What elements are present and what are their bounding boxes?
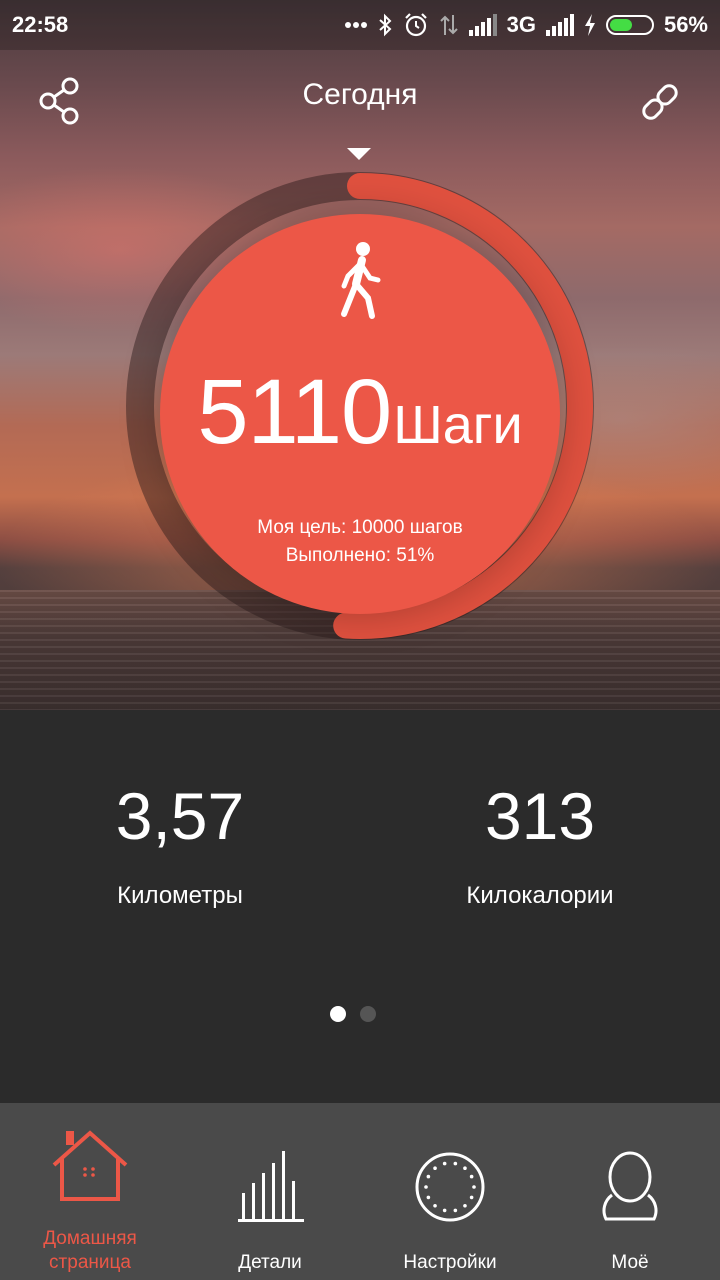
home-icon (52, 1130, 128, 1201)
nav-home-label-line2: страница (49, 1252, 131, 1273)
battery-icon (605, 15, 654, 35)
status-time: 22:58 (12, 12, 69, 37)
nav-home[interactable]: Домашняя страница (0, 1103, 180, 1280)
nav-profile[interactable]: Моё (540, 1103, 720, 1280)
progress-text: Выполнено: 51% (285, 545, 435, 566)
status-bar: 22:58 3G 56% (0, 0, 720, 50)
nav-settings[interactable]: Настройки (360, 1103, 540, 1280)
bottom-navigation: Домашняя страница Детали Настройки Моё (0, 1103, 720, 1280)
steps-count: 5110Шаги (160, 360, 560, 465)
ring-dot (453, 1208, 458, 1213)
calories-label: Килокалории (466, 882, 614, 909)
goal-info: Моя цель: 10000 шагов Выполнено: 51% (160, 514, 560, 570)
ring-dot (469, 1195, 474, 1200)
ring-dot (453, 1161, 458, 1166)
charging-icon (584, 14, 596, 36)
link-device-button[interactable] (636, 78, 684, 126)
signal-icon-2 (545, 14, 574, 36)
alarm-icon (403, 12, 429, 38)
nav-profile-label: Моё (611, 1252, 649, 1273)
ring-dot (426, 1195, 431, 1200)
nav-details-label: Детали (238, 1252, 302, 1273)
battery-percent: 56% (663, 12, 708, 37)
date-dropdown-button[interactable] (347, 146, 371, 162)
data-transfer-icon (439, 13, 459, 37)
page-dot-1[interactable] (330, 1006, 346, 1022)
more-notifications-icon (344, 21, 367, 29)
steps-unit: Шаги (393, 395, 523, 455)
signal-icon-1 (468, 14, 497, 36)
page-dot-2[interactable] (360, 1006, 376, 1022)
bar-chart-icon (238, 1151, 304, 1222)
ring-dot (433, 1203, 437, 1208)
bluetooth-icon (377, 13, 393, 37)
ring-dot (463, 1166, 467, 1171)
ring-dot (426, 1174, 431, 1179)
walking-person-icon (341, 242, 381, 319)
ring-dot (472, 1185, 476, 1189)
battery-level (609, 19, 633, 31)
profile-icon (602, 1151, 658, 1221)
ring-dot (463, 1203, 467, 1208)
nav-settings-label: Настройки (403, 1252, 497, 1273)
nav-details[interactable]: Детали (180, 1103, 360, 1280)
page-indicator[interactable] (330, 1006, 376, 1022)
device-ring-icon (415, 1152, 485, 1222)
distance-value: 3,57 (115, 779, 245, 853)
network-type: 3G (506, 12, 536, 37)
ring-dot (424, 1185, 428, 1189)
steps-number: 5110 (197, 361, 392, 463)
caret-down-icon (347, 148, 371, 160)
calories-value: 313 (484, 779, 596, 853)
ring-dot (433, 1166, 437, 1171)
link-icon (642, 84, 678, 120)
goal-text: Моя цель: 10000 шагов (257, 517, 463, 538)
ring-dot (442, 1161, 447, 1166)
date-title[interactable]: Сегодня (0, 78, 720, 112)
distance-label: Километры (117, 882, 243, 909)
nav-home-label: Домашняя страница (0, 1227, 180, 1275)
ring-dot (442, 1208, 447, 1213)
ring-dot (469, 1174, 474, 1179)
nav-home-label-line1: Домашняя (43, 1228, 137, 1249)
